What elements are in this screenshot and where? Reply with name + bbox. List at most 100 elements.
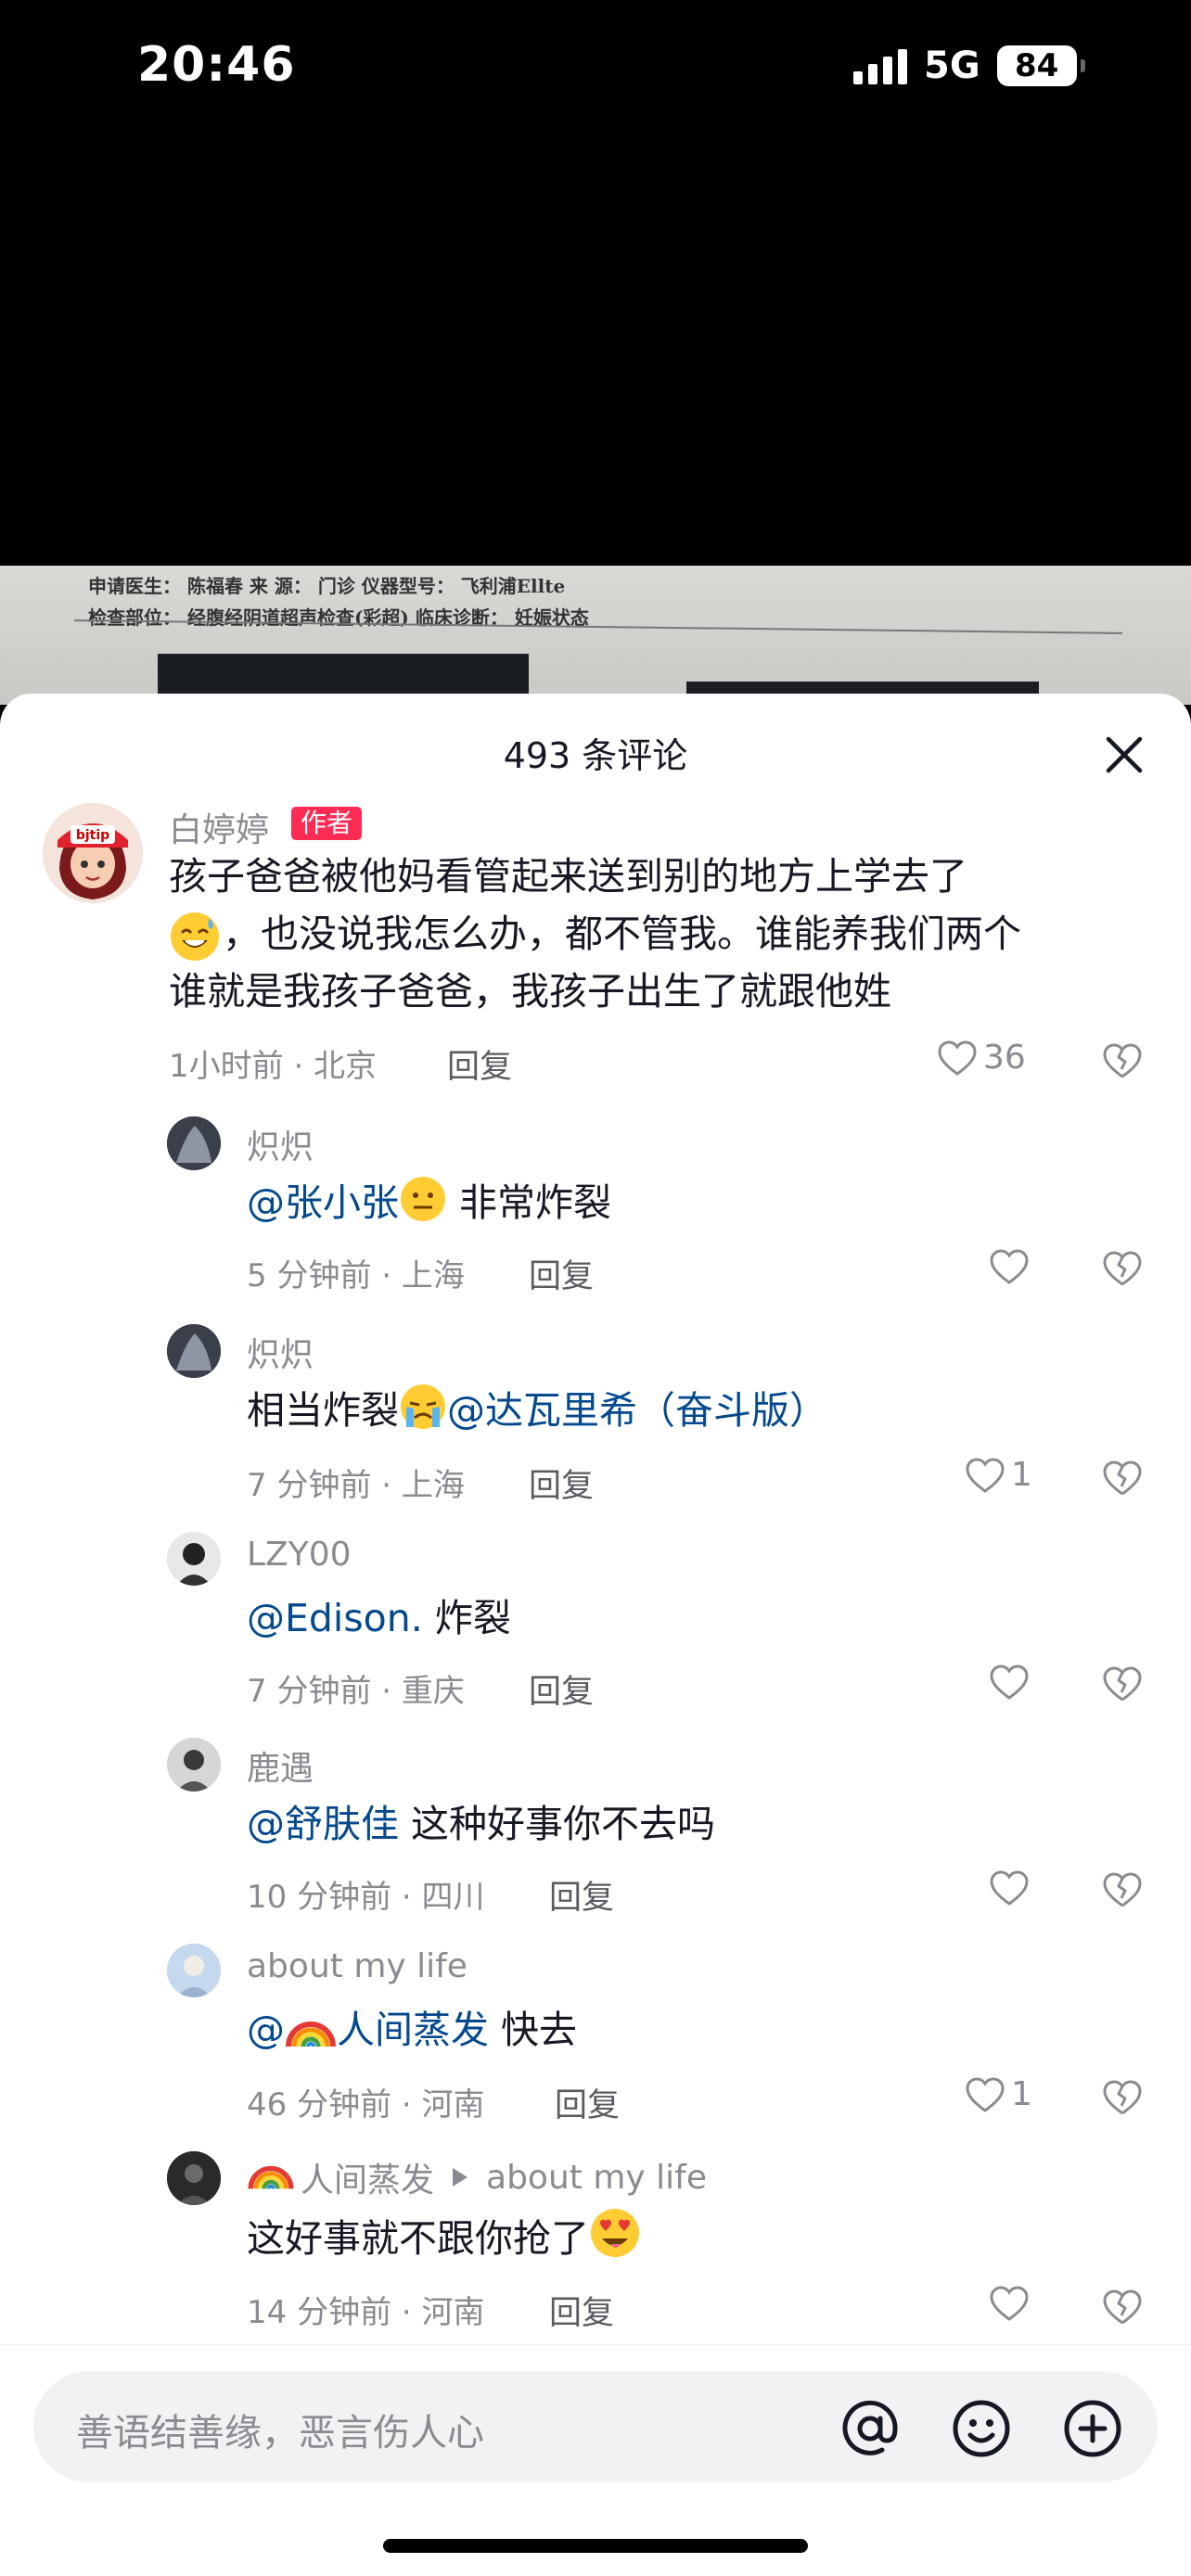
broken-heart-icon: [1103, 1872, 1142, 1907]
mention-link[interactable]: @ 人间蒸发: [247, 2008, 489, 2052]
smiley-face-icon: [953, 2400, 1010, 2457]
close-icon: [1106, 736, 1143, 773]
reply-to-name[interactable]: about my life: [486, 2159, 707, 2197]
broken-heart-icon: [1103, 2289, 1142, 2325]
heart-icon: [966, 1457, 1005, 1493]
reply-button[interactable]: 回复: [549, 1871, 614, 1919]
reply-meta: 5 分钟前 · 上海: [247, 1257, 465, 1294]
rainbow-emoji-icon: [247, 2155, 295, 2200]
reply-meta: 7 分钟前 · 重庆: [247, 1673, 465, 1710]
mention-link[interactable]: @舒肤佳: [247, 1802, 399, 1846]
battery-level: 84: [1015, 47, 1059, 84]
dislike-button[interactable]: [1102, 2289, 1143, 2329]
reply-button[interactable]: 回复: [529, 1250, 594, 1297]
reply-avatar[interactable]: [167, 2151, 221, 2205]
heart-icon: [966, 2076, 1005, 2112]
reply-text: 这好事就不跟你抢了: [247, 2207, 641, 2275]
comment-input-placeholder: 善语结善缘，恶言伤人心: [76, 2412, 484, 2455]
reply-button[interactable]: 回复: [529, 1460, 594, 1507]
comment-input[interactable]: 善语结善缘，恶言伤人心: [33, 2371, 1158, 2482]
comment-text-line-3: 谁就是我孩子爸爸，我孩子出生了就跟他姓: [169, 969, 891, 1014]
reply-button[interactable]: 回复: [529, 1665, 594, 1713]
reply-text: @舒肤佳 这种好事你不去吗: [247, 1802, 716, 1846]
reply-text: @Edison. 炸裂: [247, 1596, 511, 1640]
broken-heart-icon: [1103, 1460, 1142, 1496]
like-button[interactable]: [989, 1248, 1035, 1285]
mention-link[interactable]: @达瓦里希（奋斗版）: [447, 1388, 827, 1433]
signal-icon: [853, 47, 907, 84]
like-button[interactable]: [989, 2285, 1035, 2322]
author-avatar[interactable]: bjtip: [43, 803, 143, 903]
comment-author-name[interactable]: 白婷婷: [169, 803, 269, 851]
crying-face-emoji-icon: [399, 1383, 447, 1447]
heart-icon: [990, 1249, 1029, 1284]
broken-heart-icon: [1103, 1043, 1142, 1078]
reply-button[interactable]: 回复: [555, 2079, 620, 2126]
reply-text: @ 人间蒸发 快去: [247, 2001, 577, 2066]
mention-button[interactable]: [839, 2397, 902, 2460]
reply-text: 相当炸裂 @达瓦里希（奋斗版）: [247, 1382, 827, 1447]
reply-avatar[interactable]: [167, 1116, 221, 1170]
heart-icon: [990, 1664, 1029, 1700]
like-button[interactable]: 1: [965, 2075, 1032, 2113]
home-indicator[interactable]: [383, 2539, 808, 2553]
at-sign-icon: [842, 2400, 898, 2455]
like-count: 1: [1011, 2075, 1032, 2113]
reply-avatar[interactable]: [167, 1944, 221, 1997]
broken-heart-icon: [1103, 1666, 1142, 1702]
dislike-button[interactable]: [1102, 2079, 1143, 2120]
like-count: 36: [983, 1039, 1026, 1077]
reply-button[interactable]: 回复: [447, 1040, 512, 1088]
rainbow-emoji-icon: [285, 2009, 337, 2066]
status-bar: 20:46 5G 84: [0, 0, 1191, 139]
cartoon-girl-avatar-icon: bjtip: [43, 803, 143, 903]
battery-icon: 84: [996, 45, 1085, 86]
heart-icon: [990, 1870, 1029, 1906]
sweat-smile-emoji-icon: [169, 911, 221, 966]
reply-avatar[interactable]: [167, 1532, 221, 1586]
broken-heart-icon: [1103, 2080, 1142, 2115]
dislike-button[interactable]: [1102, 1250, 1143, 1291]
add-button[interactable]: [1061, 2397, 1124, 2460]
document-line-1: 申请医生： 陈福春 来 源： 门诊 仪器型号： 飞利浦Ellte: [88, 575, 566, 597]
reply-to-arrow-icon: [453, 2168, 468, 2187]
reply-author-name[interactable]: 炽炽: [247, 1120, 314, 1168]
video-player[interactable]: [0, 139, 1191, 566]
emoji-button[interactable]: [950, 2397, 1013, 2460]
dislike-button[interactable]: [1102, 1460, 1143, 1500]
close-button[interactable]: [1098, 729, 1150, 781]
reply-author-name[interactable]: 炽炽: [247, 1328, 314, 1376]
reply-avatar[interactable]: [167, 1738, 221, 1792]
comment-text-line-2: ，也没说我怎么办，都不管我。谁能养我们两个: [223, 912, 1021, 956]
comments-count-title: 493 条评论: [503, 735, 688, 776]
like-button[interactable]: 36: [937, 1039, 1026, 1077]
like-button[interactable]: [989, 1869, 1035, 1906]
heart-icon: [938, 1039, 977, 1076]
reply-meta: 7 分钟前 · 上海: [247, 1467, 465, 1504]
reply-meta: 14 分钟前 · 河南: [247, 2294, 485, 2331]
plus-circle-icon: [1064, 2400, 1121, 2457]
dislike-button[interactable]: [1102, 1042, 1143, 1083]
dislike-button[interactable]: [1102, 1665, 1143, 1706]
comment-text-line-1: 孩子爸爸被他妈看管起来送到别的地方上学去了: [169, 854, 967, 899]
reply-author-name[interactable]: about my life: [247, 1947, 467, 1985]
heart-eyes-emoji-icon: [589, 2207, 641, 2275]
comment-meta: 1小时前 · 北京: [169, 1048, 378, 1085]
status-indicators: 5G 84: [853, 45, 1085, 87]
mention-link[interactable]: @Edison.: [247, 1596, 423, 1640]
like-button[interactable]: 1: [965, 1456, 1032, 1494]
reply-avatar[interactable]: [167, 1324, 221, 1378]
video-frame-document: 申请医生： 陈福春 来 源： 门诊 仪器型号： 飞利浦Ellte 检查部位： 经…: [0, 566, 1191, 705]
like-button[interactable]: [989, 1664, 1035, 1701]
reply-button[interactable]: 回复: [549, 2287, 614, 2334]
reply-author-name[interactable]: 鹿遇: [247, 1741, 314, 1790]
reply-author-name[interactable]: 人间蒸发: [301, 2153, 434, 2201]
reply-author-row: 人间蒸发 about my life: [247, 2153, 707, 2201]
comments-sheet: 493 条评论 bjtip 白婷婷 作者 孩子爸爸被他妈看管起来送到别的地方上学…: [0, 694, 1191, 2576]
reply-meta: 46 分钟前 · 河南: [247, 2086, 485, 2123]
dislike-button[interactable]: [1102, 1871, 1143, 1912]
like-count: 1: [1011, 1456, 1032, 1494]
status-time: 20:46: [137, 37, 296, 93]
mention-link[interactable]: @张小张: [247, 1180, 399, 1225]
reply-author-name[interactable]: LZY00: [247, 1536, 352, 1574]
